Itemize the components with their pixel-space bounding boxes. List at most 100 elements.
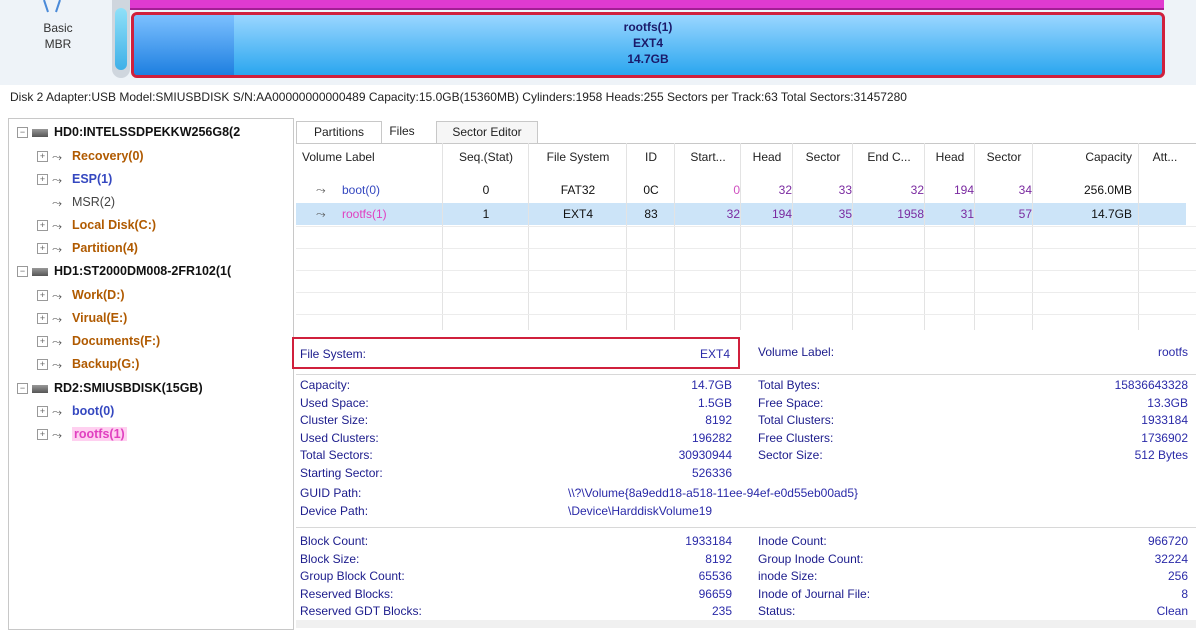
table-cell[interactable]: 1 — [444, 204, 528, 224]
column-divider[interactable] — [974, 143, 975, 330]
tree-expander-icon[interactable]: − — [17, 383, 28, 395]
tree-expander-icon[interactable]: − — [17, 127, 28, 139]
tree-expander-icon[interactable]: + — [37, 220, 48, 232]
partition-table — [296, 143, 1196, 331]
column-header[interactable]: Seq.(Stat) — [444, 150, 528, 164]
column-divider[interactable] — [852, 143, 853, 330]
column-header[interactable]: Att... — [1140, 150, 1190, 164]
guid-path-value: \\?\Volume{8a9edd18-a518-11ee-94ef-e0d55… — [568, 486, 859, 500]
tree-node[interactable]: ⤳ MSR(2) — [37, 191, 115, 213]
table-cell[interactable]: 32 — [854, 180, 924, 200]
table-cell[interactable]: 32 — [676, 204, 740, 224]
tab-partitions[interactable]: Partitions — [296, 121, 382, 143]
detail-value: 196282 — [691, 430, 732, 445]
column-header[interactable]: Head — [926, 150, 974, 164]
tree-node[interactable]: + ⤳ boot(0) — [37, 400, 114, 422]
partition-icon: ⤳ — [52, 357, 63, 372]
tree-node-label: Partition(4) — [72, 241, 138, 255]
tree-node[interactable]: + ⤳ Partition(4) — [37, 237, 138, 259]
column-divider[interactable] — [528, 143, 529, 330]
tree-expander-icon[interactable]: + — [37, 243, 48, 255]
device-path-label: Device Path: — [300, 504, 369, 518]
tree-node[interactable]: − RD2:SMIUSBDISK(15GB) — [17, 377, 203, 399]
tree-expander-icon[interactable]: + — [37, 174, 48, 186]
volume-label-cell[interactable]: boot(0) — [342, 180, 442, 200]
column-divider[interactable] — [674, 143, 675, 330]
partition-bar-rootfs[interactable]: rootfs(1) EXT4 14.7GB — [131, 12, 1165, 78]
detail-value: 65536 — [698, 569, 732, 583]
column-divider[interactable] — [442, 143, 443, 330]
partition-bar-boot[interactable] — [130, 0, 1164, 10]
column-header[interactable]: Sector — [976, 150, 1032, 164]
details-divider — [296, 374, 1196, 375]
column-header[interactable]: Head — [742, 150, 792, 164]
table-cell[interactable]: 83 — [628, 204, 674, 224]
tree-node-label: Local Disk(C:) — [72, 218, 157, 232]
column-divider[interactable] — [740, 143, 741, 330]
table-cell[interactable]: 194 — [742, 204, 792, 224]
detail-label: Total Bytes: — [758, 378, 821, 392]
tree-expander-icon[interactable]: − — [17, 266, 28, 278]
tree-node[interactable]: + ⤳ Virual(E:) — [37, 307, 127, 329]
tree-expander-icon[interactable]: + — [37, 336, 48, 348]
tree-node-label: rootfs(1) — [72, 427, 127, 441]
tree-expander-icon[interactable]: + — [37, 290, 48, 302]
file-system-value: EXT4 — [699, 347, 730, 361]
table-cell[interactable]: 256.0MB — [1034, 180, 1132, 200]
table-cell[interactable]: 34 — [976, 180, 1032, 200]
tree-expander-icon[interactable]: + — [37, 429, 48, 441]
column-header[interactable]: Start... — [676, 150, 740, 164]
column-divider[interactable] — [1138, 143, 1139, 330]
tree-node[interactable]: + ⤳ Recovery(0) — [37, 145, 144, 167]
tab-sector-editor[interactable]: Sector Editor — [436, 121, 538, 143]
disk-tree[interactable]: − HD0:INTELSSDPEKKW256G8(2 + ⤳ Recovery(0) + ⤳… — [8, 118, 294, 630]
column-divider[interactable] — [1032, 143, 1033, 330]
tree-node[interactable]: + ⤳ Documents(F:) — [37, 330, 160, 352]
disk-map-scrollbar[interactable] — [112, 0, 130, 78]
tree-node[interactable]: + ⤳ Backup(G:) — [37, 353, 139, 375]
table-cell[interactable]: 57 — [976, 204, 1032, 224]
column-header[interactable]: Capacity — [1034, 150, 1132, 164]
tree-node[interactable]: + ⤳ rootfs(1) — [37, 423, 127, 445]
detail-label: Used Clusters: — [300, 430, 379, 445]
tree-expander-icon[interactable]: + — [37, 359, 48, 371]
column-header[interactable]: Volume Label — [302, 150, 442, 164]
tree-expander-icon[interactable]: + — [37, 406, 48, 418]
tree-node[interactable]: + ⤳ Local Disk(C:) — [37, 214, 156, 236]
tree-node[interactable]: + ⤳ Work(D:) — [37, 284, 125, 306]
column-header[interactable]: ID — [628, 150, 674, 164]
table-cell[interactable]: 194 — [926, 180, 974, 200]
tree-node[interactable]: + ⤳ ESP(1) — [37, 168, 112, 190]
detail-label: Inode Count: — [758, 534, 827, 548]
table-cell[interactable]: 0 — [444, 180, 528, 200]
table-cell[interactable]: FAT32 — [530, 180, 626, 200]
tree-node[interactable]: − HD0:INTELSSDPEKKW256G8(2 — [17, 121, 240, 143]
column-divider[interactable] — [924, 143, 925, 330]
table-cell[interactable]: 32 — [742, 180, 792, 200]
table-cell[interactable]: EXT4 — [530, 204, 626, 224]
detail-value: 512 Bytes — [1134, 448, 1188, 462]
table-cell[interactable]: 35 — [794, 204, 852, 224]
tree-node[interactable]: − HD1:ST2000DM008-2FR102(1( — [17, 260, 231, 282]
tree-node-label: Virual(E:) — [72, 311, 128, 325]
table-cell[interactable]: 1958 — [854, 204, 924, 224]
column-header[interactable]: File System — [530, 150, 626, 164]
column-header[interactable]: End C... — [854, 150, 924, 164]
table-cell[interactable]: 0C — [628, 180, 674, 200]
table-cell[interactable]: 33 — [794, 180, 852, 200]
detail-label: Block Size: — [300, 551, 360, 566]
detail-value: 96659 — [698, 586, 732, 601]
column-header[interactable]: Sector — [794, 150, 852, 164]
table-cell[interactable]: 14.7GB — [1034, 204, 1132, 224]
volume-label-cell[interactable]: rootfs(1) — [342, 204, 442, 224]
tab-files[interactable]: Files — [380, 121, 424, 142]
row-divider — [296, 270, 1196, 271]
column-divider[interactable] — [626, 143, 627, 330]
column-divider[interactable] — [792, 143, 793, 330]
detail-label: inode Size: — [758, 569, 818, 583]
tree-expander-icon[interactable]: + — [37, 151, 48, 163]
partition-icon: ⤳ — [52, 427, 63, 442]
table-cell[interactable]: 31 — [926, 204, 974, 224]
table-cell[interactable]: 0 — [676, 180, 740, 200]
tree-expander-icon[interactable]: + — [37, 313, 48, 325]
